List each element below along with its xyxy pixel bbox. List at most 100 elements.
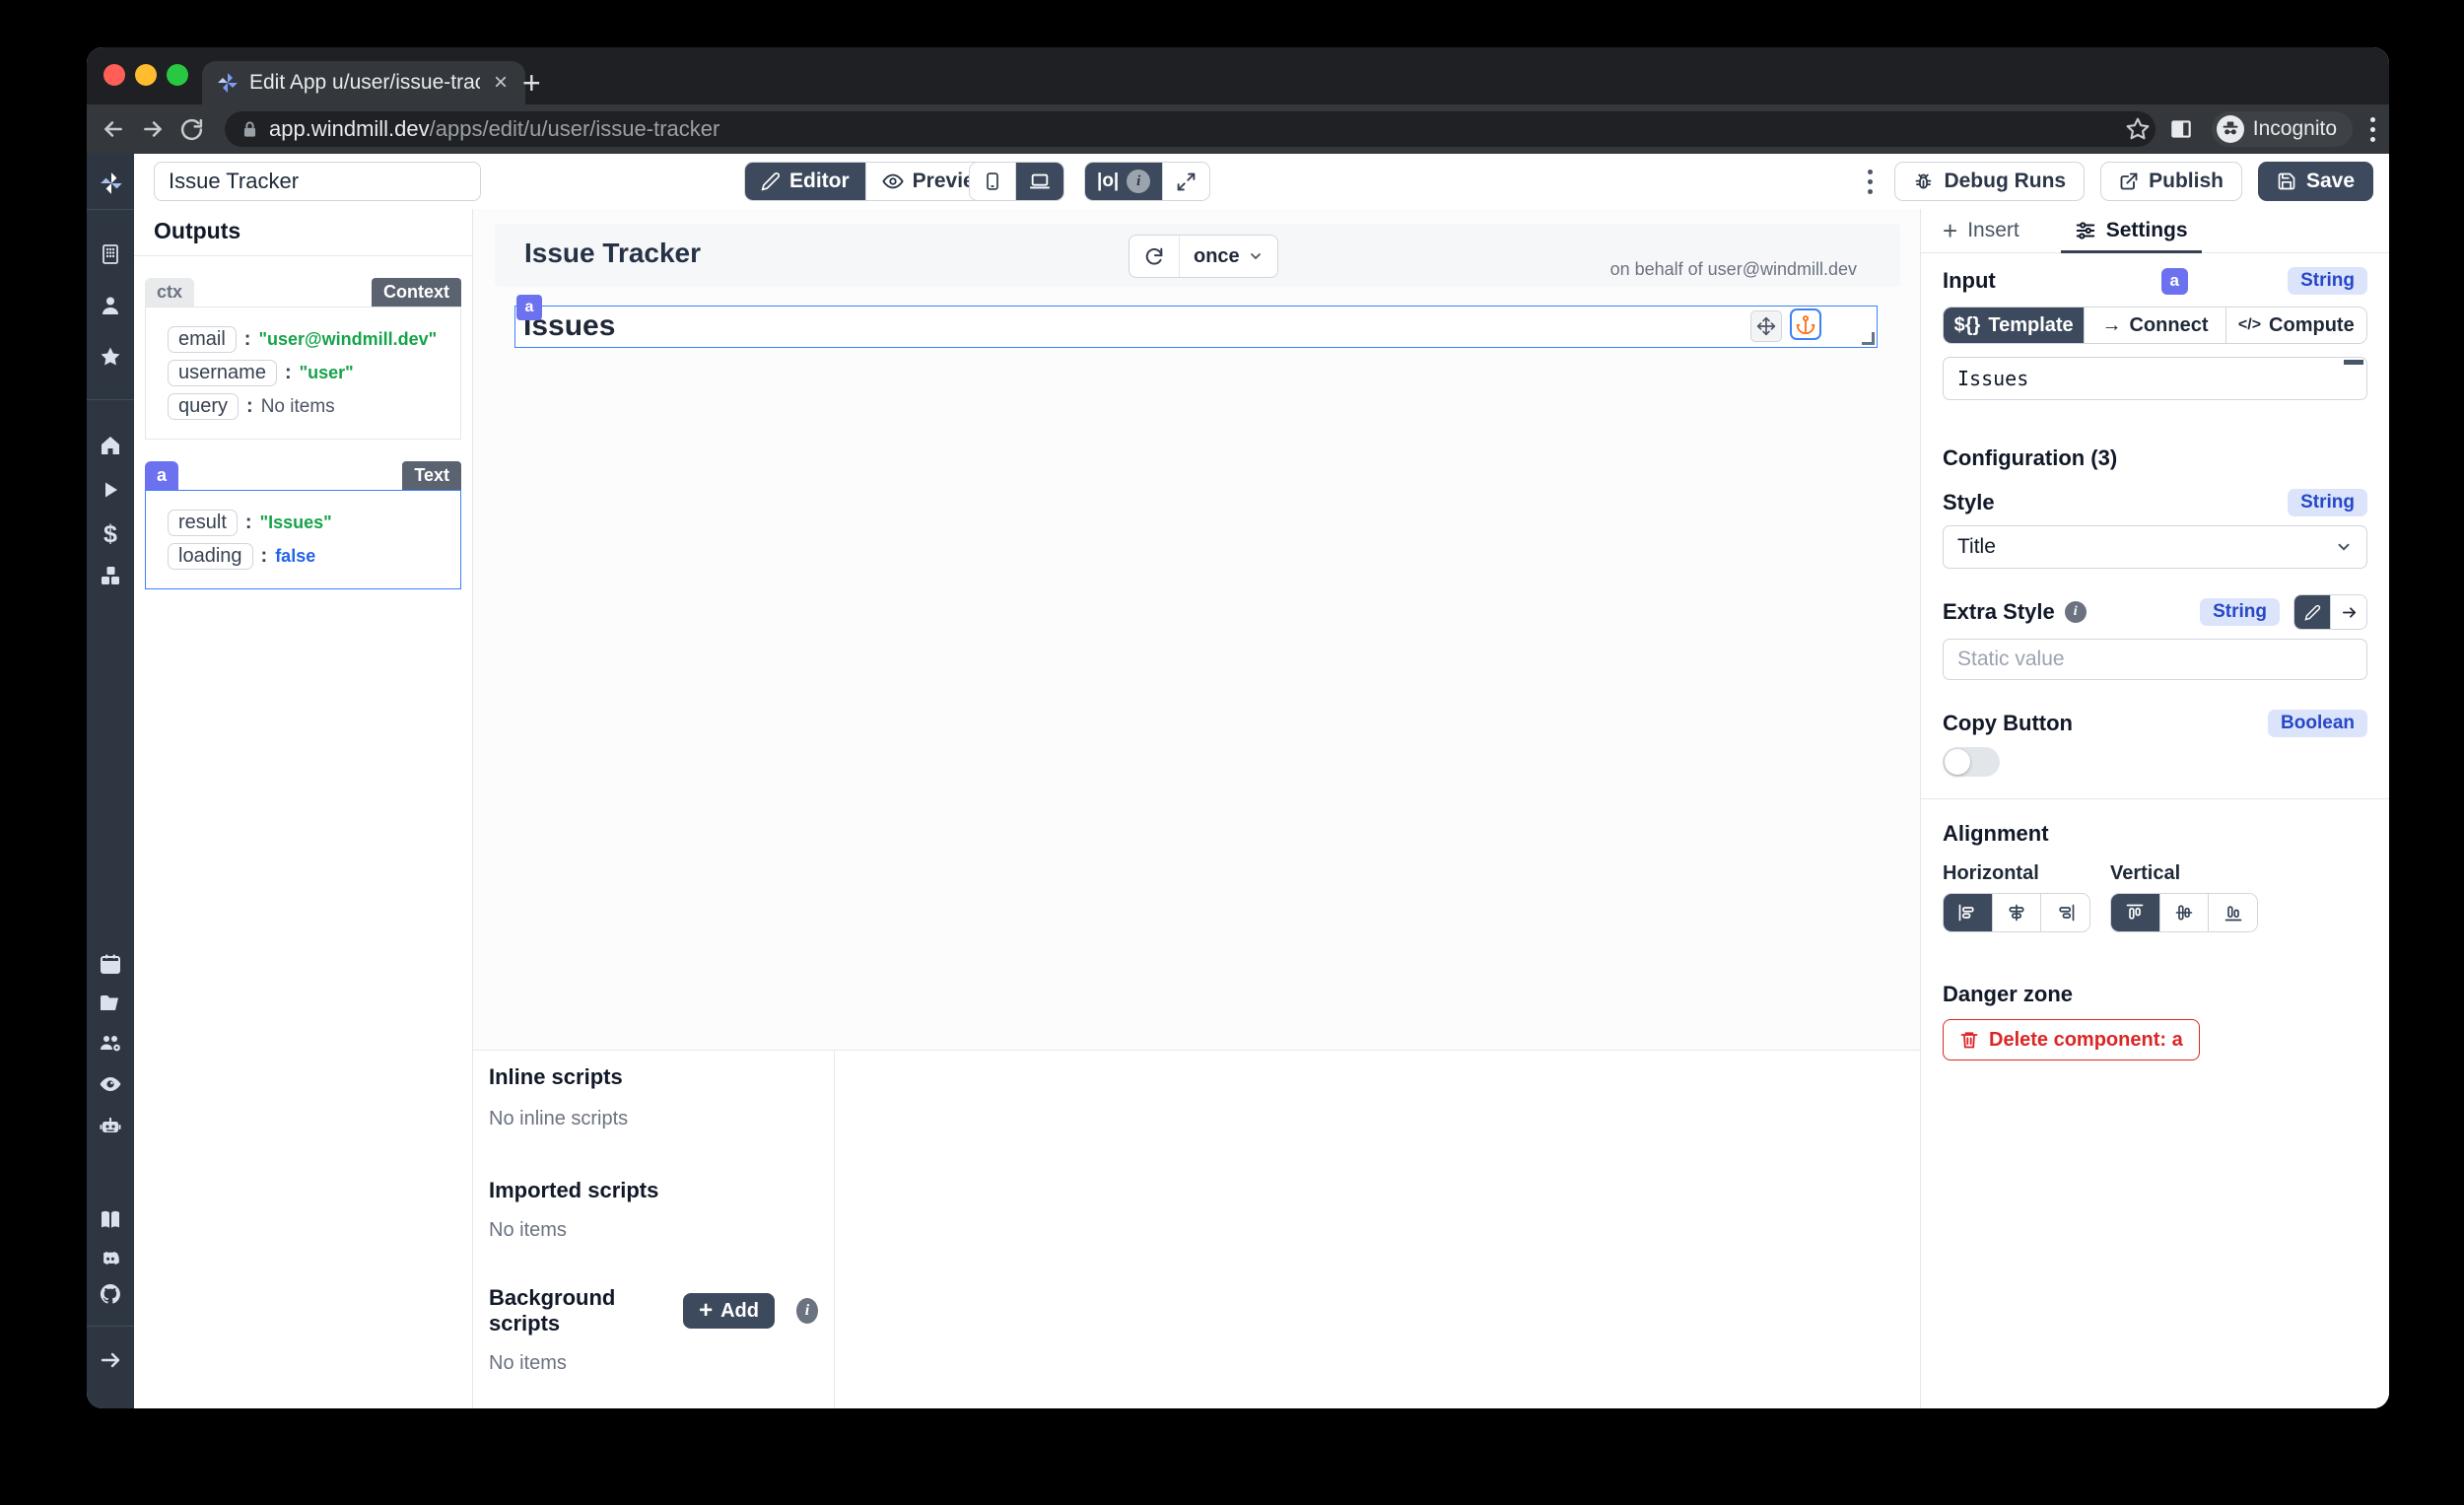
back-icon[interactable] — [101, 116, 126, 142]
pencil-icon — [2304, 604, 2321, 621]
folders-icon[interactable] — [99, 992, 122, 1015]
close-window-button[interactable] — [103, 64, 125, 86]
template-mode-button[interactable]: ${} Template — [1944, 308, 2084, 343]
plus-icon: + — [699, 1301, 713, 1321]
align-right-icon[interactable] — [2040, 894, 2089, 931]
save-icon — [2277, 171, 2296, 191]
copy-button-label: Copy Button — [1943, 711, 2073, 736]
browser-window: Edit App u/user/issue-tracker | × + app.… — [87, 47, 2389, 1408]
horizontal-align-group — [1943, 893, 2090, 932]
style-select[interactable]: Title — [1943, 525, 2367, 569]
connect-button[interactable] — [2330, 595, 2366, 629]
save-button[interactable]: Save — [2258, 162, 2373, 201]
robot-icon[interactable] — [99, 1114, 122, 1137]
ctx-tab[interactable]: ctx — [145, 278, 194, 307]
resources-blocks-icon[interactable] — [99, 564, 122, 587]
move-handle-icon[interactable] — [1750, 310, 1782, 342]
schedules-calendar-icon[interactable] — [99, 952, 122, 976]
maximize-window-button[interactable] — [167, 64, 188, 86]
output-row[interactable]: loading:false — [168, 543, 456, 570]
template-icon: ${} — [1954, 314, 1981, 337]
component-id-badge: a — [516, 295, 542, 320]
debug-runs-button[interactable]: Debug Runs — [1894, 162, 2085, 201]
style-label: Style — [1943, 490, 1995, 515]
windmill-logo-icon[interactable] — [99, 171, 122, 194]
component-a-section: a Text result:"Issues" loading:false — [145, 461, 461, 589]
component-id-badge: a — [2161, 268, 2188, 295]
audit-eye-icon[interactable] — [99, 1072, 122, 1096]
input-mode-group: ${} Template → Connect </> Compute — [1943, 307, 2367, 344]
refresh-mode-dropdown[interactable]: once — [1179, 236, 1277, 277]
inline-scripts-empty: No inline scripts — [489, 1108, 818, 1130]
forward-icon[interactable] — [140, 116, 166, 142]
diff-button[interactable]: |o| i — [1085, 163, 1162, 200]
groups-icon[interactable] — [99, 1031, 122, 1055]
compute-mode-button[interactable]: </> Compute — [2225, 308, 2366, 343]
static-edit-button[interactable] — [2294, 595, 2330, 629]
mobile-view-button[interactable] — [970, 163, 1015, 200]
favorites-star-icon[interactable] — [99, 345, 122, 369]
resize-handle[interactable] — [1862, 332, 1875, 345]
plus-icon: + — [1943, 216, 1957, 246]
github-icon[interactable] — [99, 1282, 122, 1306]
bookmark-star-icon[interactable] — [2125, 116, 2151, 142]
connect-mode-button[interactable]: → Connect — [2084, 308, 2224, 343]
copy-button-toggle[interactable] — [1943, 747, 2000, 777]
url-path: /apps/edit/u/user/issue-tracker — [430, 116, 720, 142]
output-row[interactable]: result:"Issues" — [168, 510, 456, 536]
browser-menu-icon[interactable] — [2370, 117, 2375, 142]
info-icon[interactable]: i — [796, 1298, 818, 1324]
collapse-arrow-icon[interactable] — [99, 1348, 122, 1372]
align-top-icon[interactable] — [2111, 894, 2159, 931]
output-row[interactable]: username:"user" — [168, 360, 456, 386]
publish-button[interactable]: Publish — [2100, 162, 2242, 201]
docs-book-icon[interactable] — [99, 1208, 122, 1232]
on-behalf-label: on behalf of user@windmill.dev — [1610, 259, 1857, 280]
user-icon[interactable] — [99, 294, 122, 317]
canvas-header: Issue Tracker once on behalf of user@win… — [495, 224, 1900, 287]
diff-fullscreen-toggle: |o| i — [1084, 162, 1210, 201]
align-bottom-icon[interactable] — [2208, 894, 2257, 931]
reload-icon[interactable] — [179, 117, 204, 142]
extra-style-input[interactable] — [1943, 639, 2367, 680]
browser-tab[interactable]: Edit App u/user/issue-tracker | × — [202, 61, 525, 104]
align-center-vertical-icon[interactable] — [2159, 894, 2209, 931]
incognito-icon — [2217, 115, 2244, 143]
home-icon[interactable] — [99, 434, 122, 457]
refresh-button[interactable] — [1129, 236, 1179, 277]
delete-component-button[interactable]: Delete component: a — [1943, 1019, 2200, 1060]
fullscreen-button[interactable] — [1162, 163, 1209, 200]
desktop-view-button[interactable] — [1015, 163, 1063, 200]
variables-dollar-icon[interactable]: $ — [99, 520, 122, 544]
runs-play-icon[interactable] — [99, 478, 122, 502]
text-type-badge: Text — [402, 461, 461, 490]
side-panel-icon[interactable] — [2168, 116, 2194, 142]
component-a-tab[interactable]: a — [145, 461, 178, 490]
alignment-title: Alignment — [1943, 821, 2367, 847]
extra-style-mode-toggle — [2293, 594, 2367, 630]
insert-tab[interactable]: + Insert — [1937, 209, 2025, 252]
add-background-script-button[interactable]: + Add — [683, 1293, 775, 1329]
extra-style-label: Extra Style — [1943, 599, 2055, 625]
output-row[interactable]: query:No items — [168, 393, 456, 420]
url-bar[interactable]: app.windmill.dev/apps/edit/u/user/issue-… — [225, 111, 2156, 147]
incognito-badge[interactable]: Incognito — [2212, 111, 2353, 147]
tab-close-icon[interactable]: × — [490, 71, 512, 95]
align-left-icon[interactable] — [1944, 894, 1992, 931]
app-name-input[interactable] — [154, 162, 481, 201]
text-component[interactable]: a Issues — [514, 306, 1878, 348]
discord-icon[interactable] — [99, 1247, 122, 1270]
more-menu-icon[interactable] — [1868, 170, 1873, 194]
align-center-horizontal-icon[interactable] — [1992, 894, 2041, 931]
output-row[interactable]: email:"user@windmill.dev" — [168, 326, 456, 353]
editor-tab[interactable]: Editor — [745, 163, 865, 200]
workspace-icon[interactable] — [99, 242, 122, 266]
left-rail: $ — [87, 154, 134, 1408]
info-icon[interactable]: i — [2065, 601, 2087, 623]
phone-icon — [983, 171, 1002, 191]
anchor-icon[interactable] — [1790, 308, 1821, 340]
template-code-editor[interactable]: Issues — [1943, 357, 2367, 400]
new-tab-button[interactable]: + — [522, 67, 541, 99]
settings-tab[interactable]: Settings — [2069, 209, 2194, 252]
minimize-window-button[interactable] — [135, 64, 157, 86]
